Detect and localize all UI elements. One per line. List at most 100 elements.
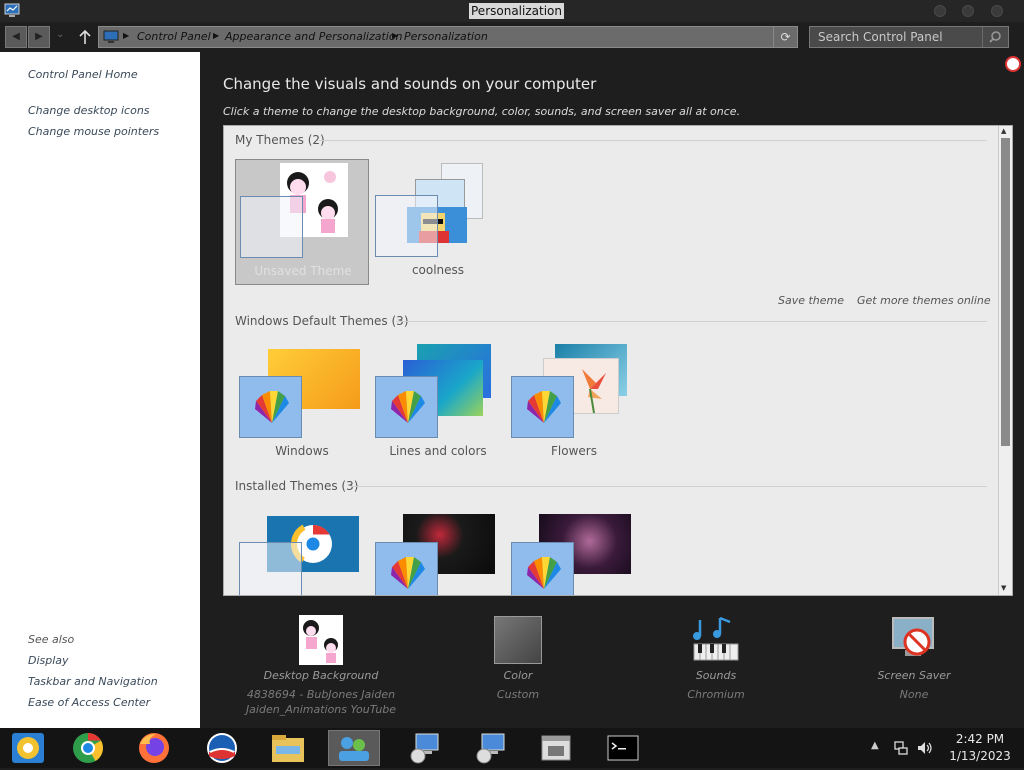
scroll-down-arrow-icon[interactable]: ▼: [1001, 584, 1006, 592]
breadcrumb-appearance[interactable]: Appearance and Personalization: [225, 30, 403, 43]
scroll-thumb[interactable]: [1001, 138, 1010, 446]
close-button[interactable]: [991, 5, 1003, 17]
taskbar-firefox[interactable]: [128, 730, 180, 766]
back-button[interactable]: ◀: [5, 26, 27, 48]
clock-date[interactable]: 1/13/2023: [942, 749, 1018, 763]
file-explorer-icon: [272, 735, 304, 762]
scroll-up-arrow-icon[interactable]: ▲: [1001, 127, 1006, 135]
theme-coolness[interactable]: coolness: [371, 159, 505, 285]
personalization-icon: [339, 737, 369, 761]
theme-installed-2[interactable]: [371, 506, 505, 595]
theme-lines-and-colors[interactable]: Lines and colors: [371, 340, 505, 466]
close-icon[interactable]: [1005, 56, 1021, 72]
color-swatch: [240, 196, 303, 258]
up-arrow-icon[interactable]: [78, 29, 92, 45]
sounds-title: Sounds: [695, 669, 737, 682]
theme-label: coolness: [411, 263, 465, 277]
chromium-icon: [12, 733, 44, 763]
desktop-background-title: Desktop Background: [263, 669, 379, 682]
breadcrumb[interactable]: ▶ Control Panel ▶ Appearance and Persona…: [98, 26, 798, 48]
change-mouse-pointers-link[interactable]: Change mouse pointers: [28, 125, 159, 138]
color-fan-icon: [391, 391, 425, 423]
minimize-button[interactable]: [934, 5, 946, 17]
theme-windows[interactable]: Windows: [235, 340, 369, 466]
color-swatch: [375, 195, 438, 257]
see-also-label: See also: [28, 633, 75, 646]
forward-button[interactable]: ▶: [28, 26, 50, 48]
theme-label: Flowers: [551, 444, 597, 458]
color-swatch: [375, 376, 438, 438]
taskbar-personalization[interactable]: [328, 730, 380, 766]
refresh-button[interactable]: ⟳: [773, 27, 797, 47]
search-button[interactable]: [982, 27, 1008, 47]
control-panel-home-link[interactable]: Control Panel Home: [28, 68, 138, 81]
divider: [319, 140, 987, 141]
taskbar-remote-desktop-1[interactable]: [398, 730, 450, 766]
taskbar-file-explorer[interactable]: [262, 730, 314, 766]
color-swatch: [239, 542, 302, 595]
chrome-icon: [73, 733, 104, 763]
theme-list[interactable]: My Themes (2) Unsaved Theme coolness Sav…: [223, 125, 1013, 596]
theme-chrome[interactable]: [235, 506, 369, 595]
page-subtitle: Click a theme to change the desktop back…: [223, 105, 741, 118]
search-box[interactable]: [809, 26, 1009, 48]
default-themes-heading: Windows Default Themes (3): [235, 314, 409, 328]
color-fan-icon: [527, 557, 561, 589]
theme-label: Windows: [275, 444, 329, 458]
save-theme-link[interactable]: Save theme: [778, 294, 844, 307]
terminal-icon: [607, 735, 639, 761]
volume-icon[interactable]: [916, 740, 934, 756]
change-desktop-icons-link[interactable]: Change desktop icons: [28, 104, 150, 117]
title-bar: Personalization: [0, 0, 1024, 22]
my-themes-heading: My Themes (2): [235, 133, 325, 147]
color-swatch: [511, 376, 574, 438]
window-title: Personalization: [469, 3, 564, 19]
theme-label: Lines and colors: [389, 444, 487, 458]
taskbar-navigation-link[interactable]: Taskbar and Navigation: [28, 675, 158, 688]
app-window-icon: [541, 735, 571, 761]
theme-unsaved[interactable]: Unsaved Theme: [235, 159, 369, 285]
remote-desktop-icon: [410, 733, 439, 764]
installed-themes-heading: Installed Themes (3): [235, 479, 359, 493]
clock-time[interactable]: 2:42 PM: [942, 732, 1018, 746]
remote-desktop-icon: [476, 733, 505, 764]
theme-flowers[interactable]: Flowers: [507, 340, 641, 466]
color-title: Color: [503, 669, 533, 682]
breadcrumb-separator-icon: ▶: [123, 31, 130, 40]
breadcrumb-separator-icon: ▶: [213, 31, 220, 40]
sidebar: Control Panel Home Change desktop icons …: [0, 52, 200, 728]
show-hidden-icons-icon[interactable]: ▲: [871, 740, 879, 751]
color-subtitle: Custom: [496, 688, 540, 701]
sounds-icon: [693, 616, 739, 661]
get-more-themes-link[interactable]: Get more themes online: [857, 294, 991, 307]
color-fan-icon: [255, 391, 289, 423]
firefox-icon: [139, 733, 169, 763]
breadcrumb-personalization[interactable]: Personalization: [404, 30, 488, 43]
taskbar-chromium[interactable]: [2, 730, 54, 766]
page-title: Change the visuals and sounds on your co…: [223, 75, 597, 93]
divider: [396, 321, 987, 322]
color-swatch: [239, 376, 302, 438]
taskbar-chrome[interactable]: [62, 730, 114, 766]
taskbar-obama-logo[interactable]: [196, 730, 248, 766]
theme-label: Unsaved Theme: [254, 264, 352, 278]
search-input[interactable]: [810, 27, 982, 47]
ease-of-access-link[interactable]: Ease of Access Center: [28, 696, 150, 709]
taskbar-terminal[interactable]: [596, 730, 648, 766]
maximize-button[interactable]: [962, 5, 974, 17]
color-swatch-icon: [494, 616, 542, 664]
network-icon[interactable]: [893, 740, 909, 756]
breadcrumb-control-panel[interactable]: Control Panel: [137, 30, 211, 43]
recent-pages-icon[interactable]: ⌄: [56, 29, 64, 40]
vertical-scrollbar[interactable]: ▲ ▼: [998, 126, 1012, 595]
main-content: Change the visuals and sounds on your co…: [200, 52, 1024, 728]
taskbar-app-window[interactable]: [530, 730, 582, 766]
display-link[interactable]: Display: [28, 654, 69, 667]
search-icon: [989, 31, 1001, 43]
taskbar-remote-desktop-2[interactable]: [464, 730, 516, 766]
color-fan-icon: [527, 391, 561, 423]
sounds-subtitle: Chromium: [687, 688, 745, 701]
theme-installed-3[interactable]: [507, 506, 641, 595]
color-swatch: [375, 542, 438, 595]
screen-saver-icon: [892, 617, 934, 656]
